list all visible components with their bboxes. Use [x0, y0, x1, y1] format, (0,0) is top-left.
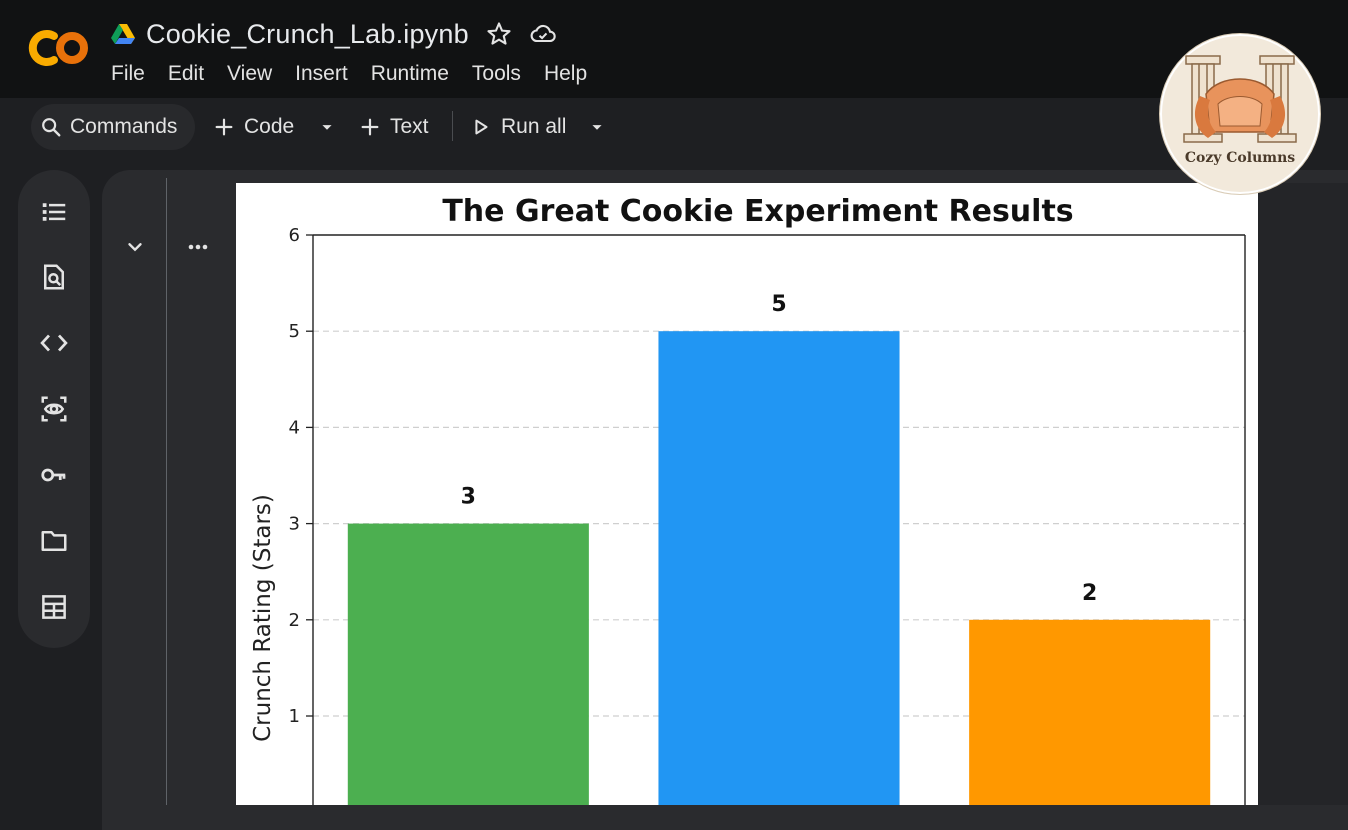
- y-tick-label: 2: [289, 610, 300, 631]
- menu-edit[interactable]: Edit: [168, 62, 204, 86]
- y-tick-label: 6: [289, 225, 300, 246]
- bar: [347, 523, 589, 813]
- run-all-dropdown-button[interactable]: [586, 103, 608, 151]
- run-all-button[interactable]: Run all: [470, 103, 566, 151]
- find-replace-icon[interactable]: [39, 262, 69, 292]
- badge-text: Cozy Columns: [1184, 150, 1296, 166]
- menu-insert[interactable]: Insert: [295, 62, 348, 86]
- data-table-icon[interactable]: [39, 592, 69, 622]
- cloud-saved-icon[interactable]: [529, 20, 557, 48]
- top-bar: Cookie_Crunch_Lab.ipynb File Edit View I…: [0, 0, 1348, 98]
- bar-chart: The Great Cookie Experiment Results Crun…: [250, 194, 1246, 823]
- add-code-button[interactable]: Code: [213, 103, 294, 151]
- chevron-down-icon: [592, 125, 602, 130]
- title-row: Cookie_Crunch_Lab.ipynb: [110, 18, 557, 50]
- menu-bar: File Edit View Insert Runtime Tools Help: [111, 62, 610, 86]
- code-snippets-icon[interactable]: [39, 328, 69, 358]
- search-icon: [42, 118, 61, 137]
- toolbar-divider: [452, 111, 453, 141]
- menu-help[interactable]: Help: [544, 62, 587, 86]
- add-text-button[interactable]: Text: [359, 103, 429, 151]
- more-options-icon[interactable]: [186, 238, 210, 256]
- colab-logo[interactable]: [24, 28, 90, 68]
- star-icon[interactable]: [485, 20, 513, 48]
- text-label: Text: [390, 115, 429, 138]
- collapse-chevron-icon[interactable]: [124, 236, 146, 258]
- plus-icon: [361, 118, 379, 136]
- left-sidebar: [18, 170, 90, 648]
- notebook-title[interactable]: Cookie_Crunch_Lab.ipynb: [146, 19, 469, 50]
- chart-y-axis-label: Crunch Rating (Stars): [250, 494, 276, 742]
- google-drive-icon[interactable]: [110, 23, 136, 45]
- code-label: Code: [244, 115, 295, 138]
- y-tick-label: 5: [289, 321, 300, 342]
- cozy-columns-badge: Cozy Columns: [1159, 33, 1321, 195]
- play-icon: [475, 119, 488, 135]
- columns-armchair-illustration: [1183, 55, 1297, 143]
- y-tick-label: 1: [289, 706, 300, 727]
- notebook-right-gutter: [1258, 183, 1348, 805]
- plus-icon: [215, 118, 233, 136]
- menu-runtime[interactable]: Runtime: [371, 62, 449, 86]
- toolbar: Commands Code Text Run all: [18, 99, 1348, 157]
- bar-data-label: 5: [771, 292, 786, 317]
- menu-view[interactable]: View: [227, 62, 272, 86]
- commands-label: Commands: [70, 115, 178, 138]
- files-folder-icon[interactable]: [39, 526, 69, 556]
- chevron-down-icon: [322, 125, 332, 130]
- variables-icon[interactable]: [39, 394, 69, 424]
- chart-title: The Great Cookie Experiment Results: [442, 194, 1073, 229]
- bar-data-label: 3: [461, 485, 476, 510]
- cell-output-chart: The Great Cookie Experiment Results Crun…: [236, 183, 1258, 823]
- bar: [969, 619, 1211, 813]
- run-all-label: Run all: [501, 115, 567, 138]
- table-of-contents-icon[interactable]: [39, 197, 69, 227]
- bar-data-label: 2: [1082, 581, 1097, 606]
- y-tick-label: 4: [289, 417, 300, 438]
- bar: [658, 331, 900, 813]
- menu-file[interactable]: File: [111, 62, 145, 86]
- y-tick-label: 3: [289, 514, 300, 535]
- menu-tools[interactable]: Tools: [472, 62, 521, 86]
- code-dropdown-button[interactable]: [316, 103, 338, 151]
- secrets-key-icon[interactable]: [39, 460, 69, 490]
- cell-output-border: [166, 178, 167, 805]
- commands-button[interactable]: Commands: [31, 104, 195, 150]
